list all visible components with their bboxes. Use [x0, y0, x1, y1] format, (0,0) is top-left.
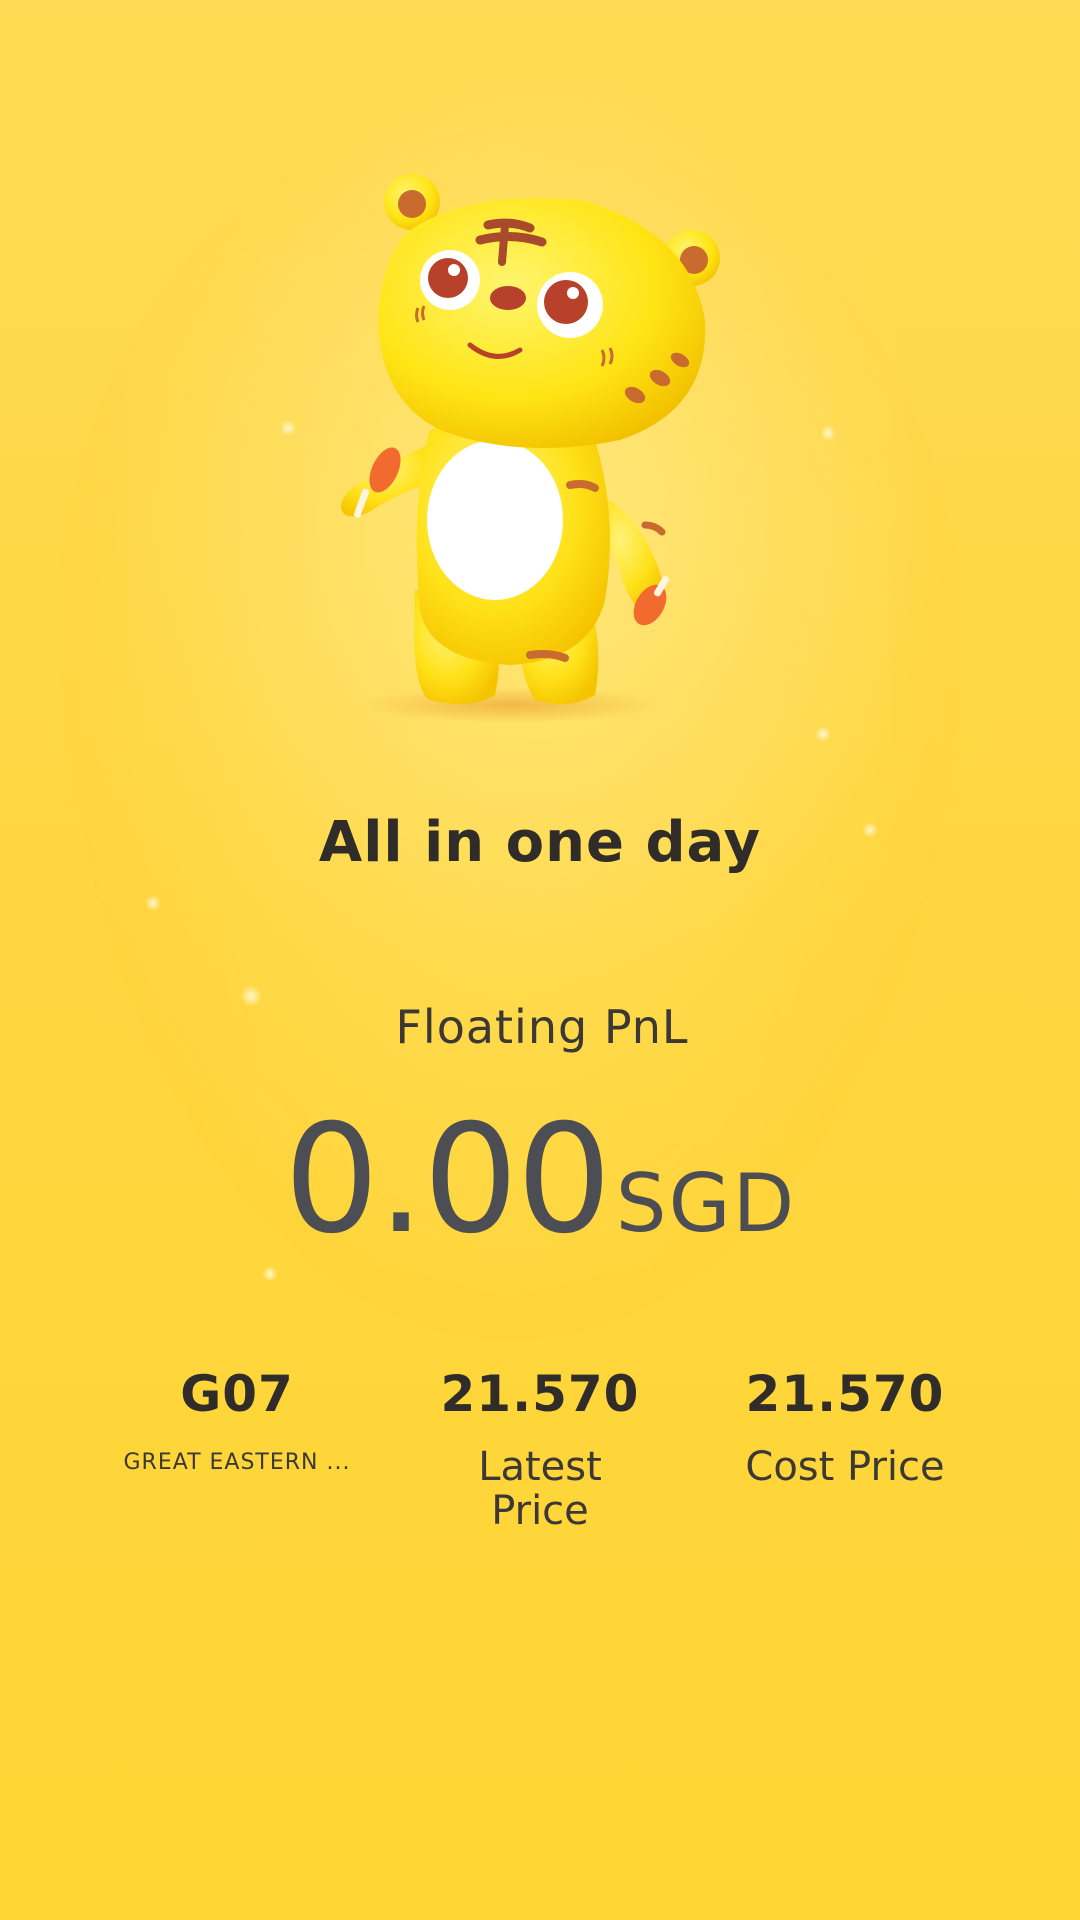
latest-price-label: Latest Price — [478, 1444, 602, 1534]
sparkle-decoration — [262, 1266, 278, 1282]
tiger-mascot-icon — [320, 170, 740, 730]
stat-stock-code: G07 GREAT EASTERN ... — [87, 1365, 387, 1475]
stat-latest-price: 21.570 Latest Price — [390, 1365, 690, 1533]
cost-price-value: 21.570 — [745, 1365, 945, 1423]
floating-pnl-label: Floating PnL — [395, 1000, 689, 1054]
stock-name-label: GREAT EASTERN ... — [123, 1450, 351, 1475]
stock-code-value: G07 — [180, 1365, 294, 1423]
sparkle-decoration — [820, 425, 836, 441]
headline-title: All in one day — [318, 810, 762, 875]
latest-price-value: 21.570 — [440, 1365, 640, 1423]
stat-cost-price: 21.570 Cost Price — [695, 1365, 995, 1489]
sparkle-decoration — [815, 726, 831, 742]
floating-pnl-value: 0.00SGD — [0, 1105, 1080, 1255]
sparkle-decoration — [280, 420, 296, 436]
cost-price-label: Cost Price — [745, 1444, 945, 1490]
sparkle-decoration — [145, 895, 161, 911]
pnl-amount: 0.00 — [283, 1093, 612, 1267]
stats-row: G07 GREAT EASTERN ... 21.570 Latest Pric… — [0, 1365, 1080, 1565]
pnl-currency: SGD — [615, 1157, 797, 1250]
